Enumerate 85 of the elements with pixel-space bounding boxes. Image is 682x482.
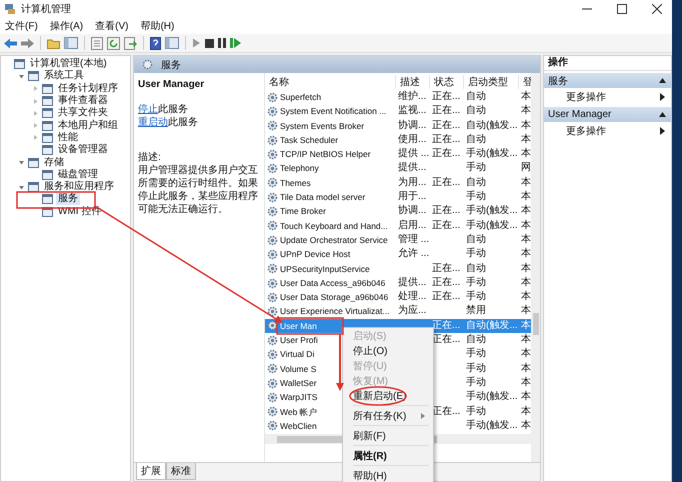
service-action: 停止此服务	[138, 103, 189, 116]
table-cell: 维护...	[398, 91, 426, 102]
table-cell: 网	[521, 162, 531, 174]
table-cell: 本	[521, 320, 531, 331]
table-cell: 本	[521, 176, 531, 188]
table-cell: 正在...	[432, 220, 460, 231]
table-cell: 正在...	[432, 148, 460, 160]
table-cell: 自动(触发...	[466, 320, 518, 331]
table-cell: 手动(触发...	[466, 420, 518, 431]
table-cell: 本	[521, 305, 531, 316]
service-name: User Manager	[138, 78, 206, 91]
table-cell: 本	[521, 120, 531, 131]
table-cell: 协调...	[398, 120, 426, 131]
table-cell: 正在...	[432, 91, 460, 102]
service-action: 重启动此服务	[138, 116, 199, 129]
table-cell: 为应...	[398, 305, 426, 316]
table-cell: 手动	[466, 191, 486, 202]
table-cell: 本	[521, 91, 531, 102]
window-title: 计算机管理	[21, 2, 71, 16]
table-cell: 本	[521, 105, 531, 116]
table-cell: 本	[521, 276, 531, 288]
table-cell: 正在...	[432, 120, 460, 131]
table-cell: 用于...	[398, 191, 426, 202]
table-cell: 手动	[466, 276, 486, 288]
table-cell: 提供 ...	[398, 148, 430, 160]
table-cell: 自动(触发...	[466, 120, 518, 131]
table-cell: 管理 ...	[398, 234, 430, 245]
table-cell: 使用...	[398, 134, 426, 145]
section-title: User Manager	[548, 109, 612, 120]
table-cell: 正在...	[432, 320, 460, 331]
description-label: 描述:	[138, 151, 162, 164]
table-cell: 自动	[466, 262, 486, 274]
table-cell: 手动(触发...	[466, 148, 518, 160]
table-cell: 自动	[466, 134, 486, 145]
table-cell: 本	[521, 134, 531, 145]
table-cell: 提供...	[398, 162, 426, 174]
table-cell: 正在...	[432, 262, 460, 274]
table-cell: 手动	[466, 362, 486, 374]
table-cell: 手动	[466, 248, 486, 260]
table-cell: 提供...	[398, 276, 426, 288]
table-cell: 允许 ...	[398, 248, 430, 260]
description-text: 用户管理器提供多用户交互所需要的运行时组件。如果停止此服务，某些应用程序可能无法正确运行。	[138, 164, 259, 216]
table-cell: 本	[521, 291, 531, 302]
table-cell: 本	[521, 376, 531, 388]
table-cell: 本	[521, 248, 531, 260]
table-cell: 自动	[466, 234, 486, 245]
table-cell: 手动	[466, 348, 486, 360]
table-cell: 手动(触发...	[466, 220, 518, 231]
table-cell: 正在...	[432, 105, 460, 116]
table-cell: 本	[521, 362, 531, 374]
table-cell: 手动	[466, 406, 486, 417]
table-cell: 本	[521, 148, 531, 160]
table-cell: 自动	[466, 105, 486, 116]
section-title: 服务	[548, 74, 568, 88]
table-cell: 禁用	[466, 305, 486, 316]
table-cell: 自动	[466, 91, 486, 102]
table-cell: 正在...	[432, 291, 460, 302]
table-cell: 正在...	[432, 205, 460, 216]
table-cell: 本	[521, 406, 531, 417]
table-cell: 手动(触发...	[466, 391, 518, 402]
table-cell: 正在...	[432, 276, 460, 288]
table-cell: 监视...	[398, 105, 426, 116]
table-cell: 本	[521, 220, 531, 231]
table-cell: 正在...	[432, 134, 460, 145]
table-cell: 为用...	[398, 176, 426, 188]
table-cell: 本	[521, 420, 531, 431]
table-cell: 本	[521, 191, 531, 202]
actions-header: 操作	[544, 56, 671, 71]
table-cell: 手动	[466, 376, 486, 388]
table-cell: 自动	[466, 334, 486, 346]
table-cell: 本	[521, 262, 531, 274]
table-cell: 本	[521, 334, 531, 346]
table-cell: 本	[521, 391, 531, 402]
table-cell: 本	[521, 205, 531, 216]
table-cell: 协调...	[398, 205, 426, 216]
table-cell: 手动	[466, 162, 486, 174]
table-cell: 手动	[466, 291, 486, 302]
table-cell: 手动(触发...	[466, 205, 518, 216]
table-cell: 本	[521, 348, 531, 360]
table-cell: 正在...	[432, 176, 460, 188]
table-cell: 本	[521, 234, 531, 245]
table-cell: 处理...	[398, 291, 426, 302]
pane-title: 服务	[161, 58, 181, 72]
table-cell: 启用...	[398, 220, 426, 231]
table-cell: 自动	[466, 176, 486, 188]
